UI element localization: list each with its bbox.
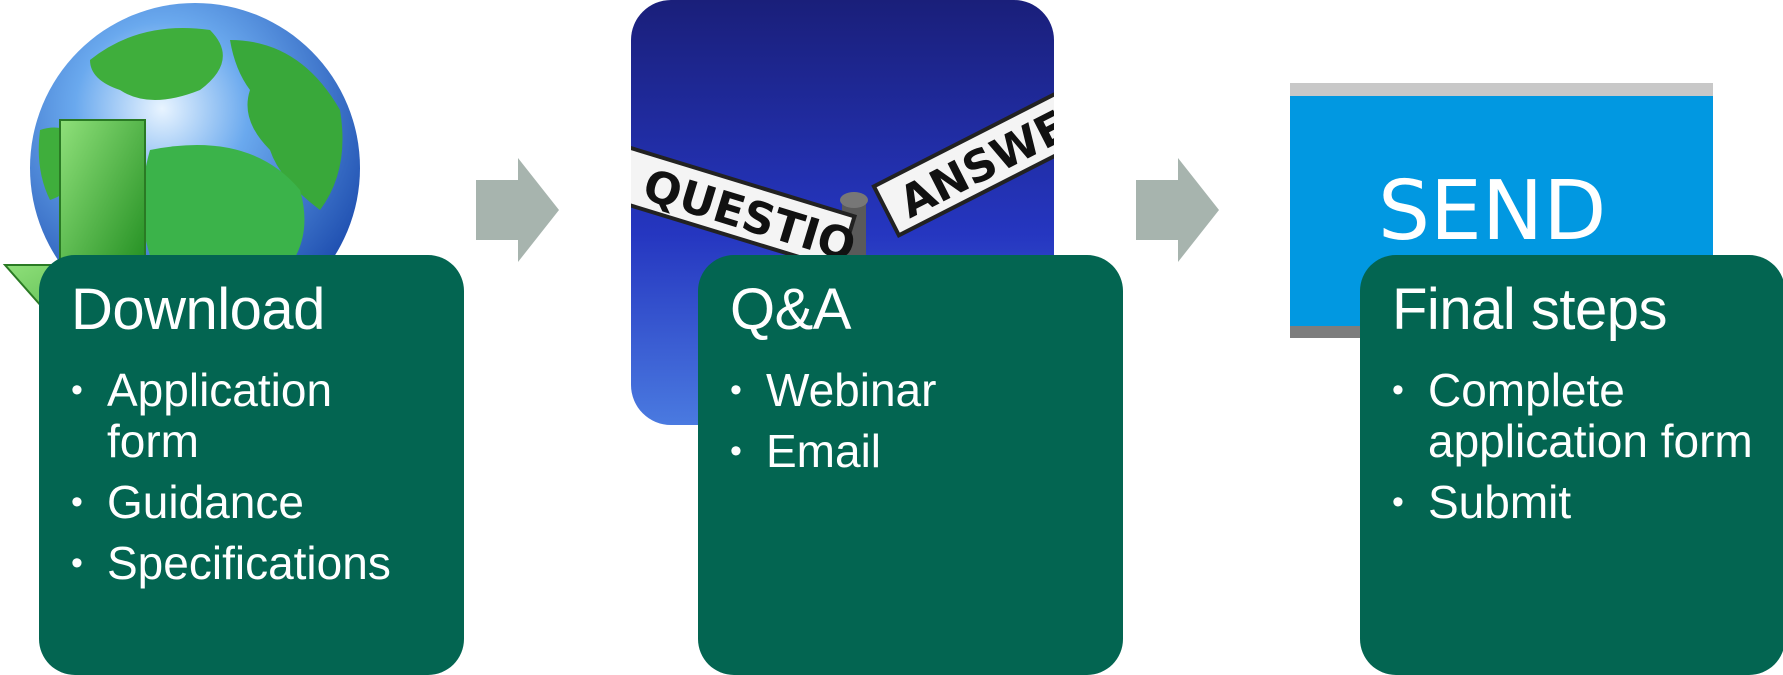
step-card-download: Download Application form Guidance Speci… <box>39 255 464 675</box>
list-item: Submit <box>1392 477 1757 529</box>
arrow-right-icon <box>1136 158 1219 262</box>
step-card-qa: Q&A Webinar Email <box>698 255 1123 675</box>
step-bullet-list: Complete application form Submit <box>1392 365 1757 529</box>
step-card-final-steps: Final steps Complete application form Su… <box>1360 255 1783 675</box>
step-title: Final steps <box>1392 277 1667 342</box>
step-title: Download <box>71 277 325 342</box>
list-item: Email <box>730 426 1095 478</box>
list-item: Webinar <box>730 365 1095 417</box>
step-title: Q&A <box>730 277 852 342</box>
arrow-right-icon <box>476 158 559 262</box>
step-bullet-list: Webinar Email <box>730 365 1095 478</box>
step-bullet-list: Application form Guidance Specifications <box>71 365 436 590</box>
list-item: Specifications <box>71 538 436 590</box>
send-label: SEND <box>1378 164 1607 259</box>
list-item: Guidance <box>71 477 436 529</box>
list-item: Complete application form <box>1392 365 1757 467</box>
list-item: Application form <box>71 365 436 467</box>
